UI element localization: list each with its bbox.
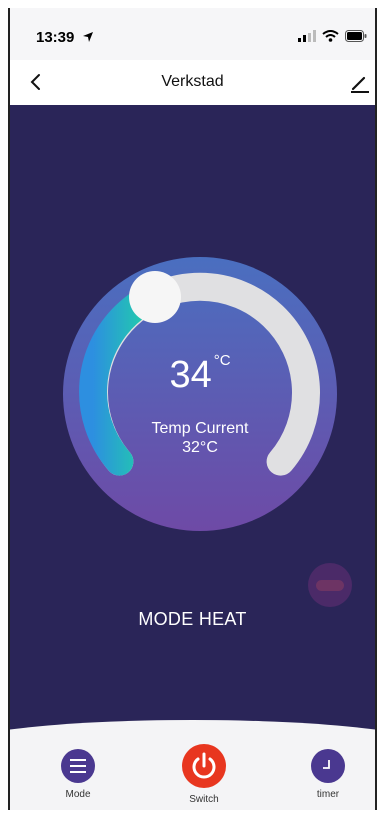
dial-knob[interactable] (129, 271, 181, 323)
status-time: 13:39 (36, 29, 75, 46)
page-title: Verkstad (161, 73, 224, 90)
thermostat-panel: 34 °C Temp Current 32°C MODE HEAT (10, 105, 375, 745)
tab-timer-label: timer (316, 789, 340, 800)
tab-switch-label: Switch (189, 794, 219, 805)
edit-icon[interactable] (349, 72, 371, 94)
current-temperature: Temp Current 32°C (63, 419, 337, 457)
wifi-icon (322, 30, 339, 42)
current-temperature-value: 32°C (182, 439, 218, 456)
cellular-signal-icon (298, 30, 316, 42)
timer-icon (311, 749, 345, 783)
temperature-dial: 34 °C Temp Current 32°C (63, 257, 337, 531)
bottom-curve (10, 720, 375, 745)
bottom-toolbar: Mode Switch timer (10, 744, 375, 810)
side-toggle-button[interactable] (308, 563, 352, 607)
mode-status: MODE HEAT (138, 609, 247, 629)
current-temperature-label: Temp Current (151, 420, 249, 437)
set-temperature: 34 °C (63, 352, 337, 397)
location-arrow-icon (83, 32, 93, 42)
status-bar: 13:39 (10, 8, 375, 60)
nav-bar: Verkstad (10, 60, 375, 106)
mode-menu-icon (61, 749, 95, 783)
battery-icon (345, 30, 367, 42)
set-temperature-value: 34 (169, 354, 212, 396)
tab-mode[interactable]: Mode (38, 749, 118, 800)
tab-mode-label: Mode (65, 789, 91, 800)
phone-screen: 13:39 Verkstad 34 °C Temp Current 32°C M… (8, 8, 377, 810)
set-temperature-unit: °C (213, 352, 231, 369)
toggle-icon (316, 580, 344, 591)
tab-switch[interactable]: Switch (164, 744, 244, 805)
tab-timer[interactable]: timer (288, 749, 368, 800)
power-icon (182, 744, 226, 788)
